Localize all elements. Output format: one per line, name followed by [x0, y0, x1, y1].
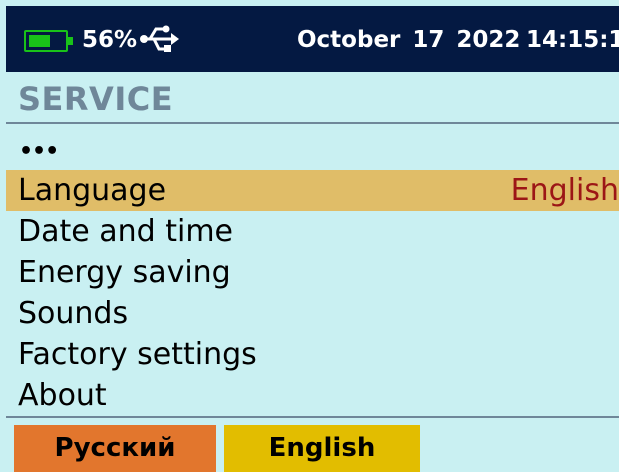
menu-item-label: Energy saving — [18, 255, 231, 290]
menu-item-label: Sounds — [18, 296, 129, 331]
menu-item-label: Language — [18, 173, 167, 208]
divider — [6, 122, 619, 124]
battery-level — [29, 35, 50, 47]
menu-item-label: Date and time — [18, 214, 233, 249]
menu-item-label: About — [18, 378, 107, 413]
menu-item-factory-settings[interactable]: Factory settings — [6, 334, 619, 375]
status-time: 14:15:19 — [526, 27, 619, 53]
menu-item-energy-saving[interactable]: Energy saving — [6, 252, 619, 293]
battery-icon — [24, 30, 73, 52]
back-item[interactable]: ••• — [19, 141, 59, 163]
menu-item-date-and-time[interactable]: Date and time — [6, 211, 619, 252]
menu-item-label: Factory settings — [18, 337, 257, 372]
menu-item-about[interactable]: About — [6, 375, 619, 416]
status-date: October 17 2022 — [297, 27, 521, 53]
battery-percent: 56% — [82, 27, 138, 53]
russian-button[interactable]: Русский — [14, 425, 216, 472]
english-button[interactable]: English — [224, 425, 420, 472]
page-title: SERVICE — [18, 80, 174, 118]
menu-item-value: English — [510, 173, 619, 208]
divider — [6, 416, 619, 418]
service-menu: Language English Date and time Energy sa… — [6, 170, 619, 416]
usb-icon — [140, 24, 180, 58]
menu-item-language[interactable]: Language English — [6, 170, 619, 211]
device-screen: 56% October 17 2022 14:15:19 SERVICE •••… — [0, 0, 619, 472]
menu-item-sounds[interactable]: Sounds — [6, 293, 619, 334]
status-bar: 56% October 17 2022 14:15:19 — [6, 6, 619, 72]
